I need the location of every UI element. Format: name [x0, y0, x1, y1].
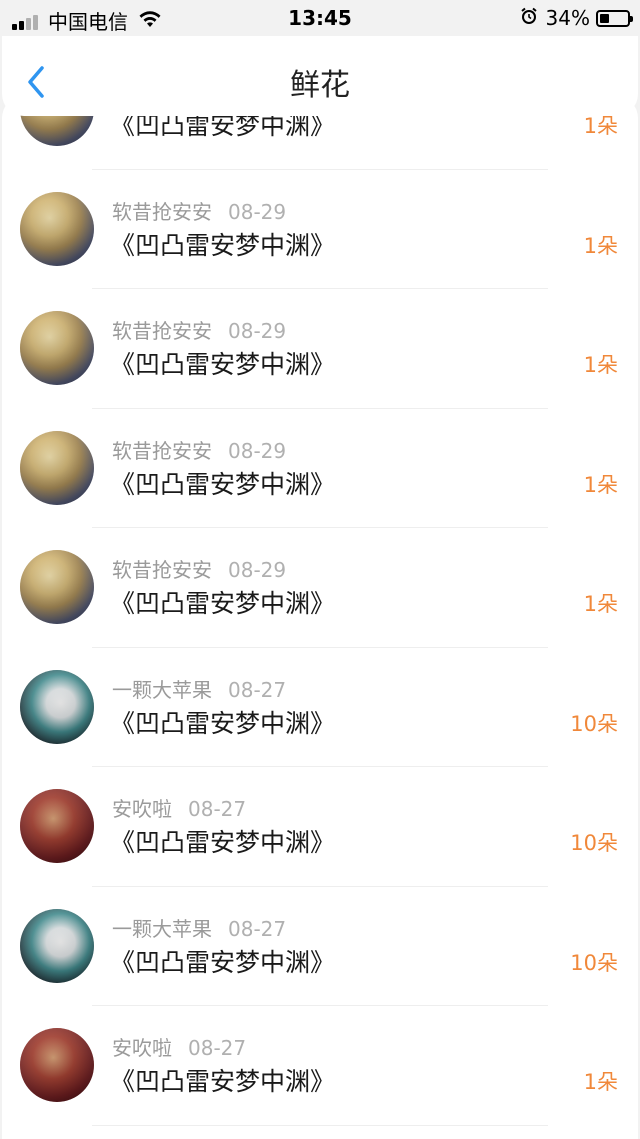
list-item[interactable]: 安吹啦 08-27 《凹凸雷安梦中渊》 1朵 — [2, 1006, 638, 1126]
item-title: 《凹凸雷安梦中渊》 — [110, 828, 336, 857]
item-meta: 一颗大苹果 08-27 — [112, 913, 286, 942]
avatar[interactable] — [20, 191, 94, 266]
item-date: 08-29 — [228, 319, 287, 343]
item-meta: 软昔抢安安 08-29 — [112, 435, 286, 464]
battery-percent: 34% — [545, 6, 590, 30]
item-date: 08-27 — [228, 916, 287, 941]
avatar[interactable] — [20, 669, 94, 744]
item-meta: 安吹啦 08-27 — [112, 1032, 246, 1061]
page-title: 鲜花 — [290, 68, 350, 103]
flower-count: 10朵 — [570, 831, 618, 855]
item-title: 《凹凸雷安梦中渊》 — [110, 708, 336, 738]
item-meta: 软昔抢安安 08-29 — [112, 554, 286, 583]
flower-count: 1朵 — [583, 233, 618, 258]
avatar[interactable] — [20, 789, 94, 863]
user-name: 软昔抢安安 — [112, 199, 212, 224]
user-name: 安吹啦 — [112, 797, 172, 821]
flower-count: 1朵 — [583, 472, 618, 497]
status-bar: 中国电信 13:45 34% — [0, 0, 640, 36]
item-date: 08-29 — [228, 438, 287, 463]
user-name: 一颗大苹果 — [112, 916, 212, 941]
item-meta: 一颗大苹果 08-27 — [112, 674, 286, 703]
list-item[interactable]: 一颗大苹果 08-27 《凹凸雷安梦中渊》 10朵 — [2, 887, 638, 1006]
avatar[interactable] — [20, 430, 94, 505]
list-item[interactable]: 软昔抢安安 08-29 《凹凸雷安梦中渊》 1朵 — [2, 289, 638, 409]
item-meta: 软昔抢安安 08-29 — [112, 315, 286, 344]
list-item[interactable]: 软昔抢安安 08-29 《凹凸雷安梦中渊》 1朵 — [2, 170, 638, 289]
item-date: 08-27 — [188, 797, 247, 821]
item-title: 《凹凸雷安梦中渊》 — [110, 1067, 336, 1096]
user-name: 软昔抢安安 — [112, 558, 212, 582]
avatar[interactable] — [20, 550, 94, 624]
flower-count: 10朵 — [570, 711, 618, 736]
item-date: 08-27 — [188, 1036, 247, 1060]
list-item[interactable]: 软昔抢安安 08-29 《凹凸雷安梦中渊》 1朵 — [2, 409, 638, 528]
list-item[interactable]: 安吹啦 08-27 《凹凸雷安梦中渊》 10朵 — [2, 767, 638, 887]
flower-list[interactable]: 软昔抢安安08-29《凹凸雷安梦中渊》1朵软昔抢安安08-29《凹凸雷安梦中渊》… — [2, 96, 638, 1139]
item-title: 《凹凸雷安梦中渊》 — [110, 230, 336, 260]
flower-count: 1朵 — [583, 1070, 618, 1094]
user-name: 一颗大苹果 — [112, 677, 212, 702]
item-title: 《凹凸雷安梦中渊》 — [110, 947, 336, 977]
flower-count: 1朵 — [583, 592, 618, 616]
item-title: 《凹凸雷安梦中渊》 — [110, 469, 336, 499]
item-title: 《凹凸雷安梦中渊》 — [110, 589, 336, 618]
item-date: 08-29 — [228, 199, 287, 224]
item-meta: 软昔抢安安 08-29 — [112, 196, 286, 225]
avatar[interactable] — [20, 1028, 94, 1102]
item-date: 08-29 — [228, 558, 287, 582]
item-date: 08-27 — [228, 677, 287, 702]
flower-count: 10朵 — [570, 950, 618, 975]
divider — [92, 1124, 548, 1126]
user-name: 软昔抢安安 — [112, 438, 212, 463]
nav-header: 鲜花 — [2, 36, 638, 116]
alarm-icon — [520, 6, 538, 30]
item-meta: 安吹啦 08-27 — [112, 793, 246, 822]
user-name: 安吹啦 — [112, 1036, 172, 1060]
status-right: 34% — [520, 6, 633, 30]
item-title: 《凹凸雷安梦中渊》 — [110, 350, 336, 379]
battery-icon — [596, 9, 633, 27]
list-item[interactable]: 软昔抢安安 08-29 《凹凸雷安梦中渊》 1朵 — [2, 528, 638, 648]
flower-count: 1朵 — [583, 353, 618, 377]
list-item[interactable]: 一颗大苹果 08-27 《凹凸雷安梦中渊》 10朵 — [2, 648, 638, 767]
avatar[interactable] — [20, 311, 94, 385]
avatar[interactable] — [20, 908, 94, 983]
user-name: 软昔抢安安 — [112, 319, 212, 343]
